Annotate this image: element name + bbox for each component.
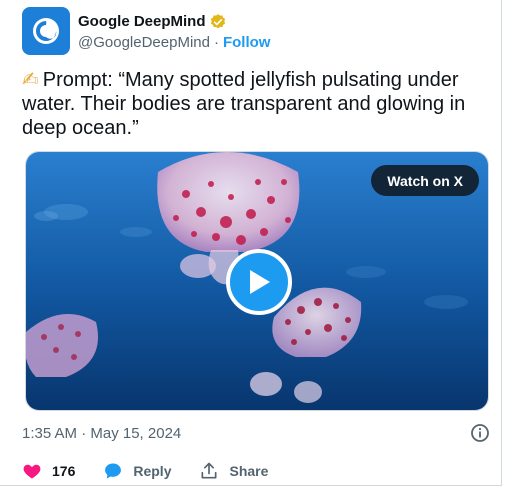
author-handle[interactable]: @GoogleDeepMind — [78, 34, 210, 51]
share-label: Share — [229, 463, 269, 479]
play-icon — [250, 270, 270, 294]
tweet-card: Google DeepMind @GoogleDeepMind · Follow… — [0, 0, 502, 486]
heart-icon — [23, 464, 41, 479]
watch-on-x-button[interactable]: Watch on X — [371, 165, 479, 196]
reply-icon — [105, 463, 122, 479]
play-button[interactable] — [226, 249, 292, 315]
share-icon — [201, 462, 217, 479]
share-button[interactable]: Share — [199, 461, 268, 481]
follow-button[interactable]: Follow — [223, 34, 271, 51]
verified-badge-icon — [209, 13, 227, 31]
timestamp[interactable]: 1:35 AM · May 15, 2024 — [22, 425, 181, 442]
like-count: 176 — [52, 463, 76, 479]
writing-hand-emoji: ✍ — [22, 67, 39, 91]
deepmind-logo-icon — [33, 18, 59, 44]
avatar[interactable] — [22, 7, 70, 55]
info-icon[interactable] — [470, 423, 490, 443]
tweet-body: Prompt: “Many spotted jellyfish pulsatin… — [22, 69, 466, 139]
tweet-actions: 176 Reply Share — [22, 460, 268, 482]
like-button[interactable]: 176 — [22, 461, 75, 481]
video-media[interactable]: Watch on X — [25, 151, 489, 411]
separator: · — [213, 33, 219, 51]
author-name[interactable]: Google DeepMind — [78, 13, 206, 30]
tweet-header: Google DeepMind @GoogleDeepMind · Follow — [22, 7, 270, 55]
tweet-text: ✍ Prompt: “Many spotted jellyfish pulsati… — [22, 67, 490, 140]
reply-button[interactable]: Reply — [103, 461, 171, 481]
reply-label: Reply — [133, 463, 172, 479]
author-identity: Google DeepMind @GoogleDeepMind · Follow — [78, 12, 270, 51]
tweet-meta: 1:35 AM · May 15, 2024 — [22, 423, 490, 443]
